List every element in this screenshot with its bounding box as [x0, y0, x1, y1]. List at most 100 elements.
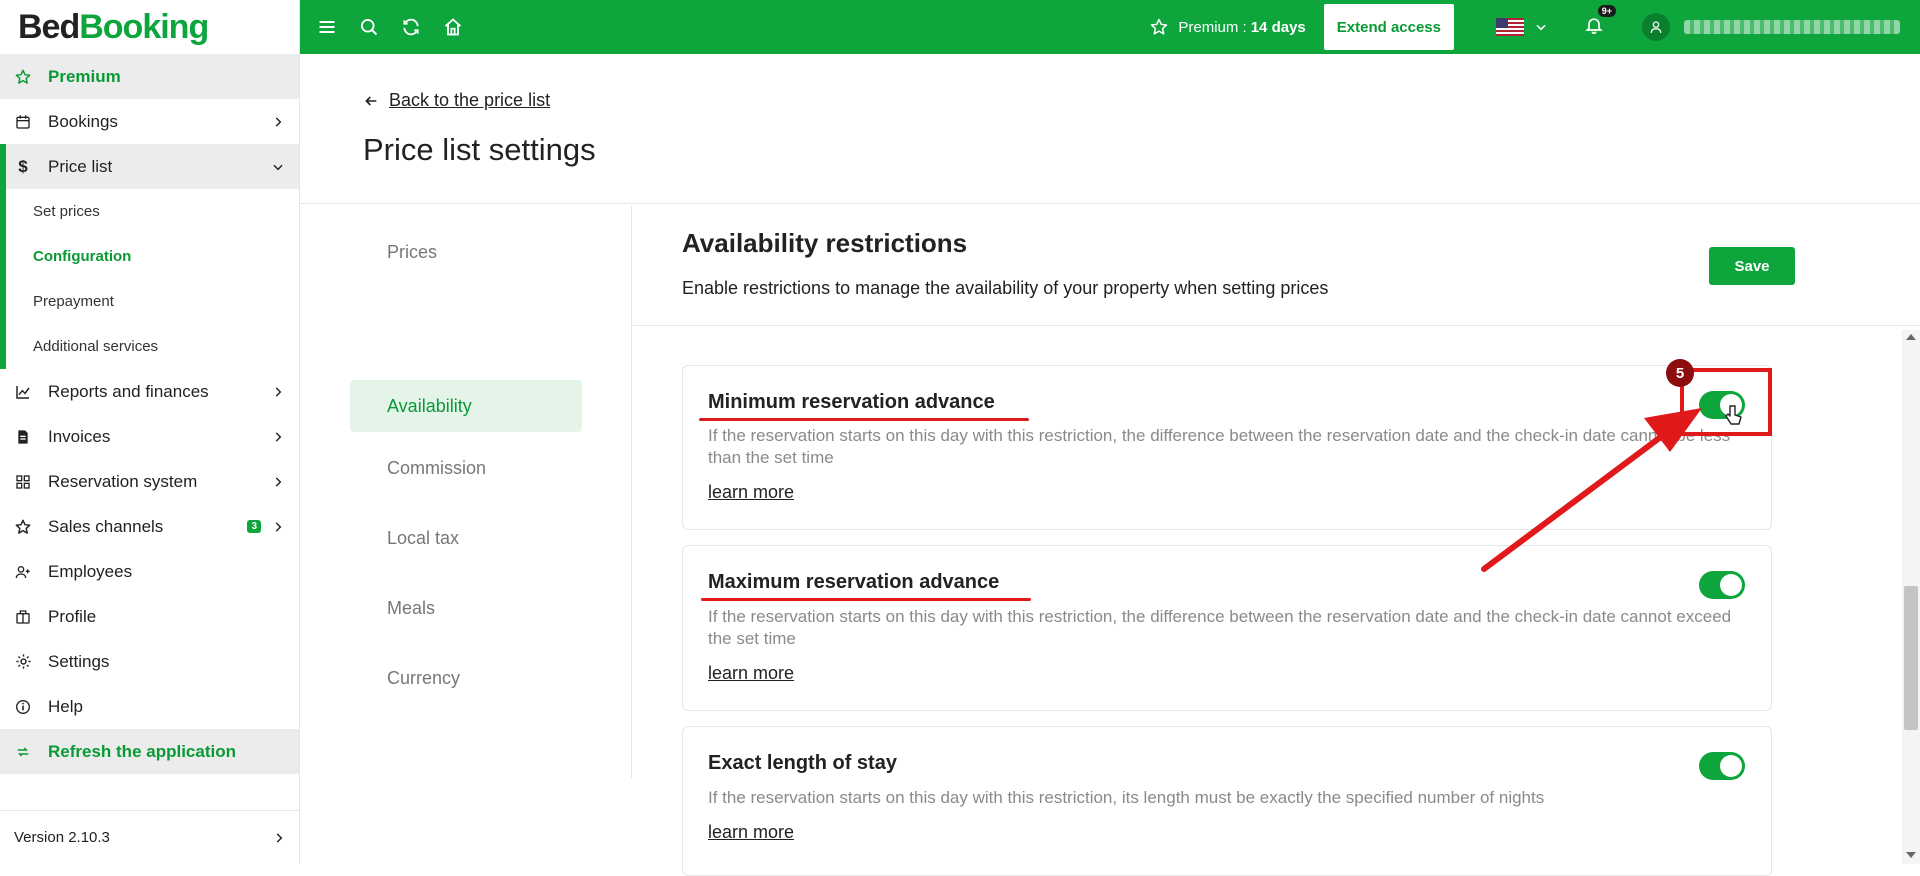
- sidebar-item-bookings[interactable]: Bookings: [0, 99, 299, 144]
- bell-icon: [1585, 17, 1603, 34]
- invoice-icon: [12, 426, 34, 448]
- menu-icon[interactable]: [316, 16, 338, 38]
- availability-section: Availability restrictions Enable restric…: [633, 204, 1920, 876]
- sidebar-subitem-additional-services[interactable]: Additional services: [6, 324, 299, 369]
- section-description: Enable restrictions to manage the availa…: [682, 278, 1329, 298]
- tab-local-tax[interactable]: Local tax: [350, 512, 582, 564]
- save-button[interactable]: Save: [1709, 247, 1795, 285]
- home-icon[interactable]: [442, 16, 464, 38]
- settings-tabs: Prices Availability Commission Local tax…: [350, 206, 632, 778]
- sidebar-item-refresh[interactable]: Refresh the application: [0, 729, 299, 774]
- chevron-right-icon: [275, 521, 282, 532]
- user-plus-icon: [12, 561, 34, 583]
- refresh-icon: [12, 741, 34, 763]
- sidebar-item-invoices[interactable]: Invoices: [0, 414, 299, 459]
- learn-more-link[interactable]: learn more: [708, 482, 794, 503]
- sidebar-item-help[interactable]: Help: [0, 684, 299, 729]
- sidebar-item-employees[interactable]: Employees: [0, 549, 299, 594]
- price-list-submenu: Set prices Configuration Prepayment Addi…: [0, 189, 299, 369]
- top-bar: Premium : 14 days Extend access 9+: [300, 0, 1920, 54]
- tab-commission[interactable]: Commission: [350, 442, 582, 494]
- sidebar: Bed Booking Premium Bookings $ Price list…: [0, 0, 300, 864]
- sidebar-item-reports[interactable]: Reports and finances: [0, 369, 299, 414]
- sidebar-subitem-prepayment[interactable]: Prepayment: [6, 279, 299, 324]
- restriction-card-min-advance: Minimum reservation advance If the reser…: [682, 365, 1772, 530]
- app-logo[interactable]: Bed Booking: [0, 0, 299, 54]
- hand-cursor-icon: [1725, 405, 1742, 425]
- sales-channels-badge: 3: [247, 520, 261, 533]
- sync-icon[interactable]: [400, 16, 422, 38]
- main-content: Back to the price list Price list settin…: [300, 54, 1920, 876]
- sidebar-subitem-configuration[interactable]: Configuration: [6, 234, 299, 279]
- page-scrollbar[interactable]: [1902, 330, 1920, 864]
- toggle-knob: [1720, 574, 1742, 596]
- sidebar-item-premium[interactable]: Premium: [0, 54, 299, 99]
- sidebar-item-label: Reports and finances: [48, 381, 209, 401]
- star-icon: [1151, 18, 1168, 35]
- card-title: Exact length of stay: [708, 752, 897, 774]
- sidebar-item-label: Sales channels: [48, 516, 164, 536]
- max-advance-toggle[interactable]: [1699, 571, 1745, 599]
- search-icon[interactable]: [358, 16, 380, 38]
- sidebar-item-label: Employees: [48, 561, 133, 581]
- annotation-underline-min: [699, 418, 1029, 421]
- tab-currency[interactable]: Currency: [350, 652, 582, 704]
- logo-text-bed: Bed: [18, 7, 80, 46]
- version-row[interactable]: Version 2.10.3: [0, 810, 300, 864]
- sidebar-item-sales-channels[interactable]: Sales channels 3: [0, 504, 299, 549]
- sidebar-item-label: Premium: [48, 66, 121, 86]
- sidebar-item-profile[interactable]: Profile: [0, 594, 299, 639]
- arrow-left-icon: [365, 95, 377, 106]
- sidebar-item-label: Settings: [48, 651, 110, 671]
- chevron-right-icon: [275, 116, 282, 127]
- annotation-step-badge: 5: [1666, 359, 1694, 387]
- sidebar-item-label: Price list: [48, 156, 113, 176]
- grid-icon: [12, 471, 34, 493]
- dollar-icon: $: [18, 156, 28, 176]
- scroll-thumb[interactable]: [1904, 586, 1918, 730]
- sidebar-subitem-set-prices[interactable]: Set prices: [6, 189, 299, 234]
- avatar[interactable]: [1642, 13, 1670, 41]
- learn-more-link[interactable]: learn more: [708, 822, 794, 843]
- sidebar-item-settings[interactable]: Settings: [0, 639, 299, 684]
- us-flag-icon[interactable]: [1496, 18, 1524, 36]
- logo-text-booking: Booking: [79, 7, 209, 46]
- sidebar-item-label: Refresh the application: [48, 741, 236, 761]
- tab-meals[interactable]: Meals: [350, 582, 582, 634]
- calendar-icon: [12, 111, 34, 133]
- chevron-right-icon: [275, 386, 282, 397]
- scroll-down-arrow[interactable]: [1906, 852, 1916, 858]
- building-icon: [12, 606, 34, 628]
- card-description: If the reservation starts on this day wi…: [708, 788, 1545, 807]
- chevron-right-icon: [276, 832, 283, 843]
- chevron-down-icon: [273, 164, 283, 170]
- star-icon: [12, 516, 34, 538]
- sidebar-item-label: Help: [48, 696, 83, 716]
- premium-days: 14 days: [1250, 18, 1306, 36]
- user-name-blurred[interactable]: [1684, 20, 1900, 34]
- chart-icon: [12, 381, 34, 403]
- chevron-down-icon[interactable]: [1534, 20, 1548, 34]
- back-to-price-list-link[interactable]: Back to the price list: [363, 90, 550, 111]
- tab-availability[interactable]: Availability: [350, 380, 582, 432]
- tab-prices[interactable]: Prices: [350, 226, 582, 278]
- toggle-knob: [1720, 755, 1742, 777]
- star-icon: [12, 66, 34, 88]
- gear-icon: [12, 651, 34, 673]
- annotation-underline-max: [701, 598, 1031, 601]
- sidebar-item-reservation-system[interactable]: Reservation system: [0, 459, 299, 504]
- sidebar-item-label: Profile: [48, 606, 97, 626]
- exact-length-toggle[interactable]: [1699, 752, 1745, 780]
- notifications-button[interactable]: 9+: [1584, 4, 1616, 40]
- learn-more-link[interactable]: learn more: [708, 663, 794, 684]
- sidebar-item-price-list[interactable]: $ Price list: [0, 144, 299, 189]
- premium-status[interactable]: Premium : 14 days: [1150, 18, 1306, 36]
- chevron-right-icon: [275, 476, 282, 487]
- section-title: Availability restrictions: [682, 228, 968, 258]
- card-description: If the reservation starts on this day wi…: [708, 607, 1732, 648]
- section-divider: [633, 325, 1920, 326]
- extend-access-button[interactable]: Extend access: [1323, 4, 1454, 50]
- scroll-up-arrow[interactable]: [1906, 334, 1916, 340]
- notifications-count: 9+: [1597, 4, 1616, 17]
- chevron-right-icon: [275, 431, 282, 442]
